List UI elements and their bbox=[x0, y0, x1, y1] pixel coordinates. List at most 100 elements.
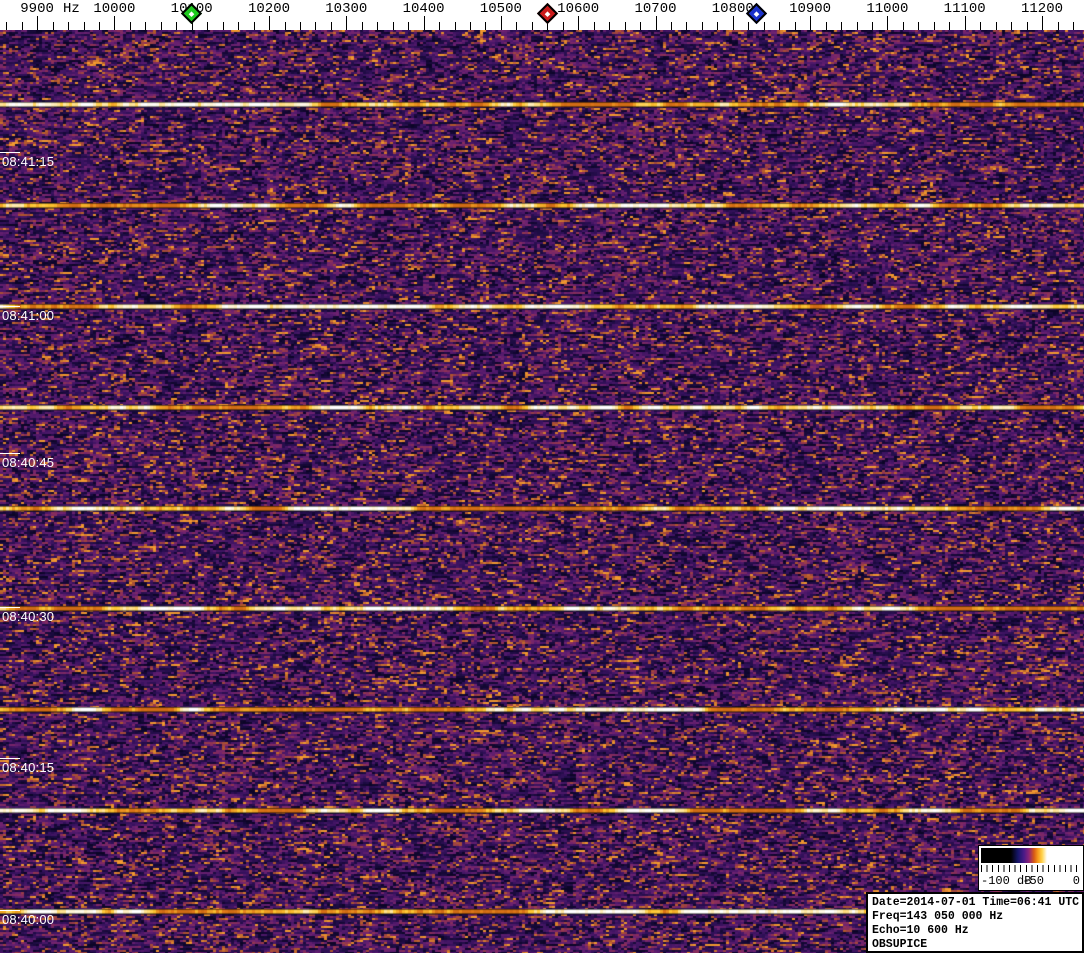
info-box: Date=2014-07-01 Time=06:41 UTC Freq=143 … bbox=[866, 892, 1084, 953]
freq-tick-label: 11200 bbox=[1020, 1, 1063, 17]
freq-tick-label: 10900 bbox=[789, 1, 832, 17]
freq-tick bbox=[871, 22, 873, 30]
freq-tick-label: 11100 bbox=[943, 1, 986, 17]
waterfall-canvas bbox=[0, 30, 1084, 953]
colorbar-gradient bbox=[981, 848, 1081, 863]
freq-tick bbox=[562, 22, 564, 30]
time-tick bbox=[0, 152, 20, 153]
freq-tick bbox=[1026, 22, 1028, 30]
colorbar-label-mid: -50 bbox=[1022, 874, 1044, 888]
freq-tick bbox=[1072, 22, 1074, 30]
freq-tick bbox=[129, 22, 131, 30]
freq-tick bbox=[717, 22, 719, 30]
freq-tick bbox=[485, 22, 487, 30]
freq-tick-label: 10500 bbox=[479, 1, 522, 17]
info-line-echo: Echo=10 600 Hz bbox=[872, 924, 969, 937]
info-line-freq: Freq=143 050 000 Hz bbox=[872, 910, 1004, 923]
time-tick bbox=[0, 306, 20, 307]
freq-tick bbox=[516, 22, 518, 30]
freq-tick bbox=[439, 22, 441, 30]
freq-tick bbox=[238, 22, 240, 30]
freq-tick bbox=[253, 22, 255, 30]
time-label: 08:40:15 bbox=[2, 760, 55, 775]
freq-tick bbox=[856, 22, 858, 30]
freq-tick-label: 10200 bbox=[247, 1, 290, 17]
freq-tick bbox=[640, 22, 641, 30]
freq-tick bbox=[655, 16, 657, 30]
time-label: 08:40:45 bbox=[2, 455, 55, 470]
info-line-date: Date=2014-07-01 Time=06:41 UTC bbox=[872, 896, 1080, 909]
freq-tick bbox=[686, 22, 688, 30]
freq-tick bbox=[6, 22, 8, 30]
freq-tick bbox=[222, 22, 224, 30]
freq-tick bbox=[68, 22, 69, 30]
freq-tick bbox=[37, 16, 39, 30]
freq-tick bbox=[825, 22, 827, 30]
freq-tick bbox=[578, 16, 580, 30]
freq-tick-label: 10300 bbox=[325, 1, 368, 17]
freq-tick bbox=[114, 16, 116, 30]
freq-tick bbox=[500, 16, 502, 30]
time-tick bbox=[0, 607, 20, 608]
freq-tick bbox=[1057, 22, 1059, 30]
time-tick bbox=[0, 910, 20, 911]
freq-tick bbox=[624, 22, 626, 30]
freq-tick bbox=[949, 22, 951, 30]
freq-tick bbox=[887, 16, 889, 30]
freq-tick bbox=[701, 22, 703, 30]
spectrogram-screen: Hz 9900100001010010200103001040010500106… bbox=[0, 0, 1084, 953]
time-label: 08:40:00 bbox=[2, 912, 55, 927]
freq-tick bbox=[732, 16, 734, 30]
freq-tick bbox=[671, 22, 672, 30]
time-tick bbox=[0, 453, 20, 454]
freq-tick bbox=[21, 22, 23, 30]
freq-tick bbox=[531, 22, 533, 30]
freq-tick bbox=[964, 16, 966, 30]
freq-tick bbox=[779, 22, 781, 30]
freq-tick bbox=[1042, 16, 1043, 30]
time-label: 08:41:15 bbox=[2, 154, 55, 169]
freq-tick bbox=[361, 22, 363, 30]
colorbar-legend: -100 dB -50 0 bbox=[978, 845, 1084, 891]
freq-tick-label: 11000 bbox=[866, 1, 909, 17]
freq-tick bbox=[995, 22, 997, 30]
freq-tick bbox=[299, 22, 301, 30]
freq-tick bbox=[918, 22, 920, 30]
freq-tick bbox=[145, 22, 147, 30]
freq-tick bbox=[794, 22, 796, 30]
freq-tick bbox=[346, 16, 348, 30]
freq-tick bbox=[1011, 22, 1013, 30]
marker-center-dot bbox=[753, 10, 759, 17]
freq-tick bbox=[902, 22, 904, 30]
freq-tick bbox=[83, 22, 85, 30]
freq-tick bbox=[593, 22, 595, 30]
freq-tick-label: 10700 bbox=[634, 1, 677, 17]
freq-tick bbox=[763, 22, 765, 30]
colorbar-labels: -100 dB -50 0 bbox=[981, 874, 1081, 890]
freq-tick bbox=[269, 16, 270, 30]
freq-tick bbox=[377, 22, 379, 30]
freq-tick bbox=[748, 22, 750, 30]
freq-tick-label: 10400 bbox=[402, 1, 445, 17]
colorbar-ticks bbox=[981, 865, 1081, 872]
freq-tick bbox=[392, 22, 394, 30]
freq-tick bbox=[454, 22, 456, 30]
freq-tick-label: 9900 bbox=[20, 1, 54, 17]
colorbar-label-max: 0 bbox=[1072, 874, 1080, 888]
freq-tick bbox=[609, 22, 611, 30]
freq-tick bbox=[841, 22, 842, 30]
time-tick bbox=[0, 758, 20, 759]
marker-center-dot bbox=[544, 10, 551, 17]
info-line-station: OBSUPICE bbox=[872, 938, 928, 951]
freq-tick bbox=[160, 22, 162, 30]
freq-tick bbox=[933, 22, 935, 30]
time-label: 08:41:00 bbox=[2, 308, 55, 323]
freq-tick bbox=[408, 22, 410, 30]
freq-tick bbox=[423, 16, 425, 30]
time-label: 08:40:30 bbox=[2, 609, 55, 624]
freq-tick-label: 10000 bbox=[93, 1, 136, 17]
freq-tick bbox=[176, 22, 178, 30]
freq-tick bbox=[284, 22, 286, 30]
freq-tick bbox=[980, 22, 982, 30]
freq-tick bbox=[470, 22, 471, 30]
